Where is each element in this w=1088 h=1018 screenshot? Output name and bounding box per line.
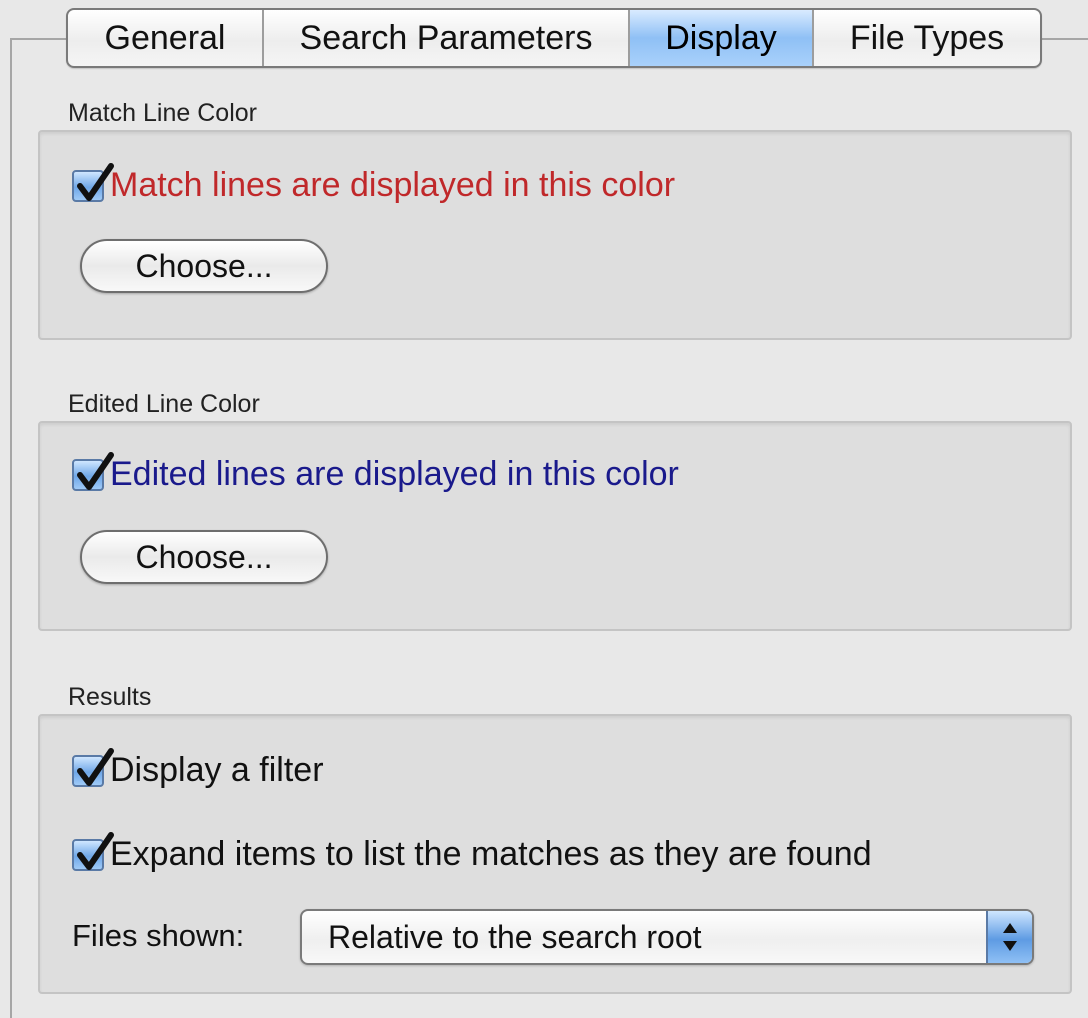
tab-search-parameters[interactable]: Search Parameters (264, 10, 630, 66)
edited-choose-button[interactable]: Choose... (80, 530, 328, 584)
files-shown-label: Files shown: (72, 918, 245, 953)
expand-items-row[interactable]: Expand items to list the matches as they… (72, 831, 872, 874)
checkmark-icon (77, 162, 114, 201)
edited-lines-checkbox[interactable] (72, 451, 114, 491)
checkmark-icon (77, 451, 114, 490)
checkmark-icon (77, 747, 114, 786)
match-line-color-title: Match Line Color (68, 99, 257, 127)
checkmark-icon (77, 831, 114, 870)
display-filter-row[interactable]: Display a filter (72, 747, 324, 790)
tab-general[interactable]: General (68, 10, 264, 66)
match-line-color-group (38, 130, 1072, 340)
display-filter-checkbox[interactable] (72, 747, 114, 787)
tab-bar: General Search Parameters Display File T… (66, 8, 1042, 68)
edited-lines-checkbox-row[interactable]: Edited lines are displayed in this color (72, 451, 679, 494)
edited-lines-label: Edited lines are displayed in this color (110, 455, 679, 493)
expand-items-checkbox[interactable] (72, 831, 114, 871)
results-title: Results (68, 683, 152, 711)
tab-display[interactable]: Display (630, 10, 814, 66)
display-filter-label: Display a filter (110, 751, 324, 789)
files-shown-value: Relative to the search root (328, 918, 702, 955)
files-shown-popup[interactable]: Relative to the search root (300, 909, 1034, 965)
edited-line-color-title: Edited Line Color (68, 390, 260, 418)
match-choose-button[interactable]: Choose... (80, 239, 328, 293)
tab-file-types[interactable]: File Types (814, 10, 1040, 66)
match-lines-label: Match lines are displayed in this color (110, 166, 676, 204)
match-lines-checkbox[interactable] (72, 162, 114, 202)
edited-line-color-group (38, 421, 1072, 631)
updown-arrows-icon (986, 911, 1032, 963)
expand-items-label: Expand items to list the matches as they… (110, 835, 872, 873)
match-lines-checkbox-row[interactable]: Match lines are displayed in this color (72, 162, 676, 205)
